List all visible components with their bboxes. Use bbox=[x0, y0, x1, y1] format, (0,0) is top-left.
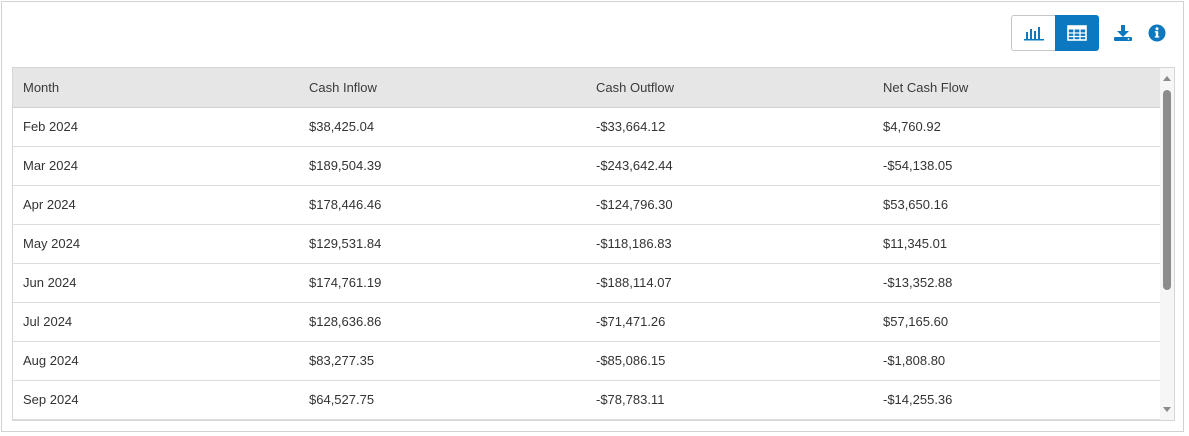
cell-month: Jun 2024 bbox=[13, 263, 299, 303]
column-header-cash-outflow[interactable]: Cash Outflow bbox=[586, 68, 873, 108]
table-row: Jul 2024 $128,636.86 -$71,471.26 $57,165… bbox=[13, 302, 1161, 342]
table-header-row: Month Cash Inflow Cash Outflow Net Cash … bbox=[13, 68, 1161, 108]
table-row: Feb 2024 $38,425.04 -$33,664.12 $4,760.9… bbox=[13, 107, 1161, 147]
cell-month: Apr 2024 bbox=[13, 185, 299, 225]
cash-flow-panel: Month Cash Inflow Cash Outflow Net Cash … bbox=[1, 1, 1184, 432]
cell-net-cash-flow: $4,760.92 bbox=[873, 107, 1161, 147]
scrollbar-thumb[interactable] bbox=[1163, 90, 1171, 290]
cell-net-cash-flow: -$54,138.05 bbox=[873, 146, 1161, 186]
info-icon bbox=[1148, 24, 1166, 42]
cell-cash-inflow: $38,425.04 bbox=[299, 107, 586, 147]
column-header-net-cash-flow[interactable]: Net Cash Flow bbox=[873, 68, 1161, 108]
vertical-scrollbar[interactable] bbox=[1160, 68, 1174, 420]
scroll-down-arrow-icon[interactable] bbox=[1163, 407, 1171, 412]
table-row: Mar 2024 $189,504.39 -$243,642.44 -$54,1… bbox=[13, 146, 1161, 186]
cell-cash-outflow: -$85,086.15 bbox=[586, 341, 873, 381]
cell-cash-inflow: $129,531.84 bbox=[299, 224, 586, 264]
column-header-cash-inflow[interactable]: Cash Inflow bbox=[299, 68, 586, 108]
cell-cash-inflow: $64,527.75 bbox=[299, 380, 586, 420]
cell-cash-inflow: $174,761.19 bbox=[299, 263, 586, 303]
download-button[interactable] bbox=[1109, 15, 1137, 51]
table-row: Sep 2024 $64,527.75 -$78,783.11 -$14,255… bbox=[13, 380, 1161, 420]
cell-month: Feb 2024 bbox=[13, 107, 299, 147]
download-icon bbox=[1114, 25, 1132, 41]
table-row: Apr 2024 $178,446.46 -$124,796.30 $53,65… bbox=[13, 185, 1161, 225]
cell-cash-inflow: $178,446.46 bbox=[299, 185, 586, 225]
cell-cash-outflow: -$188,114.07 bbox=[586, 263, 873, 303]
cell-cash-outflow: -$243,642.44 bbox=[586, 146, 873, 186]
cash-flow-table-container[interactable]: Month Cash Inflow Cash Outflow Net Cash … bbox=[12, 67, 1175, 421]
bar-chart-icon bbox=[1023, 27, 1044, 41]
cell-net-cash-flow: -$13,352.88 bbox=[873, 263, 1161, 303]
cell-month: Jul 2024 bbox=[13, 302, 299, 342]
cell-net-cash-flow: $53,650.16 bbox=[873, 185, 1161, 225]
cash-flow-table: Month Cash Inflow Cash Outflow Net Cash … bbox=[13, 68, 1161, 420]
cell-net-cash-flow: -$1,808.80 bbox=[873, 341, 1161, 381]
table-view-button[interactable] bbox=[1055, 15, 1099, 51]
cell-cash-outflow: -$78,783.11 bbox=[586, 380, 873, 420]
cell-cash-outflow: -$124,796.30 bbox=[586, 185, 873, 225]
cell-month: Aug 2024 bbox=[13, 341, 299, 381]
cell-cash-outflow: -$118,186.83 bbox=[586, 224, 873, 264]
cell-cash-outflow: -$71,471.26 bbox=[586, 302, 873, 342]
column-header-month[interactable]: Month bbox=[13, 68, 299, 108]
cell-month: Mar 2024 bbox=[13, 146, 299, 186]
cell-cash-inflow: $189,504.39 bbox=[299, 146, 586, 186]
toolbar bbox=[1011, 15, 1171, 51]
cell-cash-outflow: -$33,664.12 bbox=[586, 107, 873, 147]
cell-net-cash-flow: $11,345.01 bbox=[873, 224, 1161, 264]
cell-cash-inflow: $83,277.35 bbox=[299, 341, 586, 381]
table-row: Jun 2024 $174,761.19 -$188,114.07 -$13,3… bbox=[13, 263, 1161, 303]
cell-month: May 2024 bbox=[13, 224, 299, 264]
cell-net-cash-flow: -$14,255.36 bbox=[873, 380, 1161, 420]
cell-month: Sep 2024 bbox=[13, 380, 299, 420]
cell-net-cash-flow: $57,165.60 bbox=[873, 302, 1161, 342]
table-icon bbox=[1067, 25, 1087, 41]
view-toggle bbox=[1011, 15, 1099, 51]
chart-view-button[interactable] bbox=[1011, 15, 1055, 51]
scroll-up-arrow-icon[interactable] bbox=[1163, 76, 1171, 81]
cell-cash-inflow: $128,636.86 bbox=[299, 302, 586, 342]
table-row: May 2024 $129,531.84 -$118,186.83 $11,34… bbox=[13, 224, 1161, 264]
table-row: Aug 2024 $83,277.35 -$85,086.15 -$1,808.… bbox=[13, 341, 1161, 381]
info-button[interactable] bbox=[1143, 15, 1171, 51]
